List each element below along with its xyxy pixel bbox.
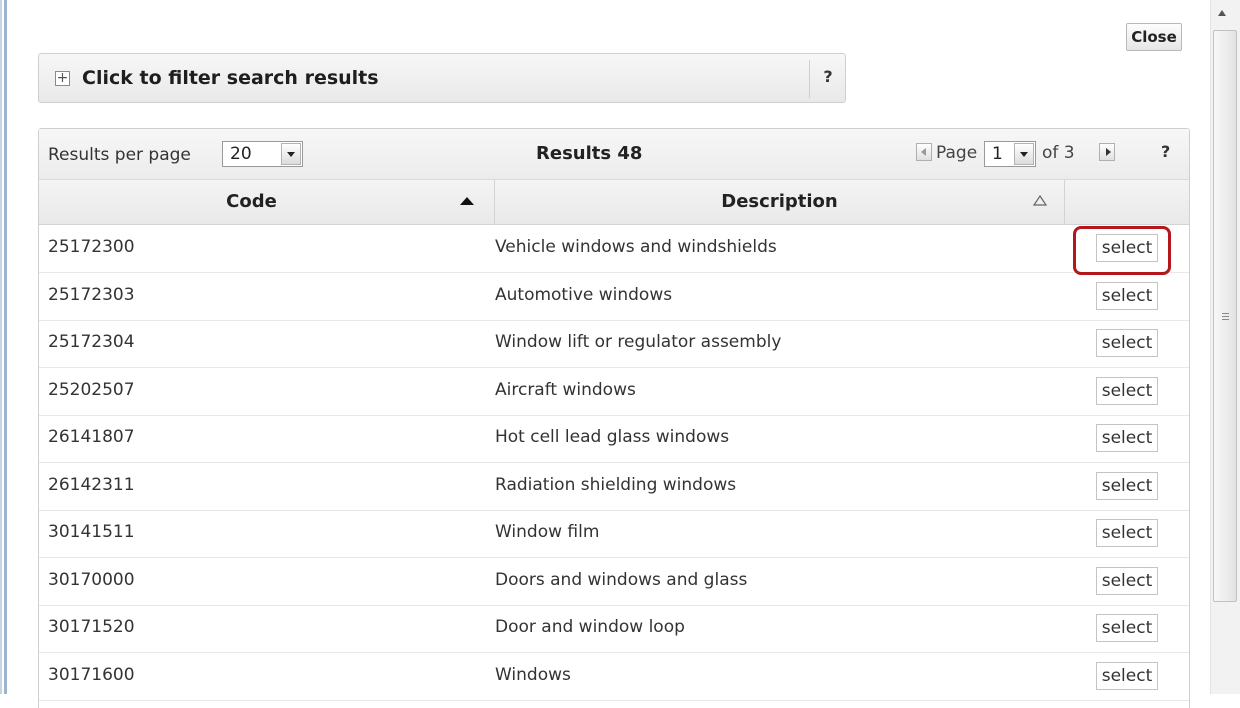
filter-separator — [809, 60, 810, 98]
sort-ascending-outline-icon — [1033, 195, 1047, 206]
description-cell: Doors and windows and glass — [495, 569, 748, 590]
table-header: Code Description — [39, 180, 1189, 225]
column-header-label: Code — [226, 191, 277, 212]
select-button[interactable]: select — [1096, 234, 1158, 262]
table-row: 25172304 Window lift or regulator assembl… — [39, 320, 1189, 368]
code-cell: 30170000 — [48, 569, 135, 590]
code-cell: 30141511 — [48, 522, 135, 542]
chevron-down-icon[interactable] — [1014, 143, 1034, 165]
description-cell: Aircraft windows — [495, 379, 636, 400]
page-total-label: of 3 — [1042, 143, 1075, 163]
description-cell: Automotive windows — [495, 284, 673, 305]
column-header-label: Description — [721, 191, 838, 212]
code-cell: 26142311 — [48, 474, 135, 495]
chevron-down-icon[interactable] — [281, 143, 301, 165]
grip-line — [1222, 313, 1229, 314]
filter-panel-toggle[interactable]: + Click to filter search results ? — [38, 53, 846, 103]
plus-icon[interactable]: + — [55, 71, 70, 86]
page-select[interactable]: 1 — [984, 141, 1036, 167]
table-row: 25172303 Automotive windows select — [39, 273, 1189, 321]
scroll-up-arrow-icon[interactable] — [1218, 10, 1226, 16]
description-cell: Radiation shielding windows — [495, 474, 737, 495]
scrollbar-thumb[interactable] — [1213, 30, 1237, 602]
code-cell: 30171600 — [48, 664, 135, 685]
select-button[interactable]: select — [1096, 614, 1158, 642]
filter-label[interactable]: Click to filter search results — [82, 67, 379, 89]
sort-ascending-icon — [460, 197, 474, 205]
select-button[interactable]: select — [1096, 329, 1158, 357]
results-help-button[interactable]: ? — [1161, 142, 1170, 161]
select-button[interactable]: select — [1096, 566, 1158, 595]
page-value: 1 — [992, 144, 1003, 164]
results-per-page-select[interactable]: 20 — [222, 141, 303, 167]
results-count: Results 48 — [536, 143, 643, 164]
code-cell: 25202507 — [48, 379, 135, 400]
select-button[interactable]: select — [1096, 661, 1158, 690]
select-button[interactable]: select — [1096, 376, 1158, 405]
results-panel: Results per page 20 Results 48 Page 1 of… — [38, 128, 1190, 708]
window-left-edge — [0, 0, 10, 694]
page-next-icon[interactable] — [1099, 143, 1115, 161]
code-cell: 25172300 — [48, 237, 135, 257]
code-cell: 30171520 — [48, 617, 135, 637]
results-toolbar: Results per page 20 Results 48 Page 1 of… — [39, 129, 1189, 180]
page-label: Page — [936, 143, 978, 163]
code-cell: 25172304 — [48, 332, 135, 352]
description-cell: Windows — [495, 664, 571, 685]
select-button[interactable]: select — [1096, 519, 1158, 547]
select-button[interactable]: select — [1096, 471, 1158, 500]
column-header-description[interactable]: Description — [495, 180, 1065, 224]
description-cell: Window film — [495, 522, 600, 542]
grip-line — [1222, 316, 1229, 317]
table-row: 30171600 Windows select — [39, 653, 1189, 701]
table-row: 26142311 Radiation shielding windows selec… — [39, 463, 1189, 511]
column-header-code[interactable]: Code — [39, 180, 495, 224]
table-row: 25172300 Vehicle windows and windshields s… — [39, 225, 1189, 273]
code-cell: 25172303 — [48, 284, 135, 305]
table-row: 30170000 Doors and windows and glass selec… — [39, 558, 1189, 606]
results-per-page-value: 20 — [230, 144, 252, 164]
description-cell: Window lift or regulator assembly — [495, 332, 782, 352]
table-row: 26141807 Hot cell lead glass windows selec… — [39, 415, 1189, 463]
select-button[interactable]: select — [1096, 281, 1158, 310]
filter-help-button[interactable]: ? — [815, 67, 841, 86]
description-cell: Vehicle windows and windshields — [495, 237, 777, 257]
grip-line — [1222, 319, 1229, 320]
page-prev-icon[interactable] — [916, 143, 932, 161]
results-per-page-label: Results per page — [48, 145, 191, 165]
code-cell: 26141807 — [48, 427, 135, 447]
table-row: 30171520 Door and window loop select — [39, 605, 1189, 653]
description-cell: Hot cell lead glass windows — [495, 427, 730, 447]
edge-stripe — [4, 0, 7, 694]
column-header-action — [1065, 180, 1189, 224]
select-button[interactable]: select — [1096, 424, 1158, 452]
table-row: 30141511 Window film select — [39, 510, 1189, 558]
table-row: 25202507 Aircraft windows select — [39, 368, 1189, 416]
close-button[interactable]: Close — [1126, 23, 1182, 51]
edge-stripe-light — [0, 0, 2, 694]
description-cell: Door and window loop — [495, 617, 685, 637]
